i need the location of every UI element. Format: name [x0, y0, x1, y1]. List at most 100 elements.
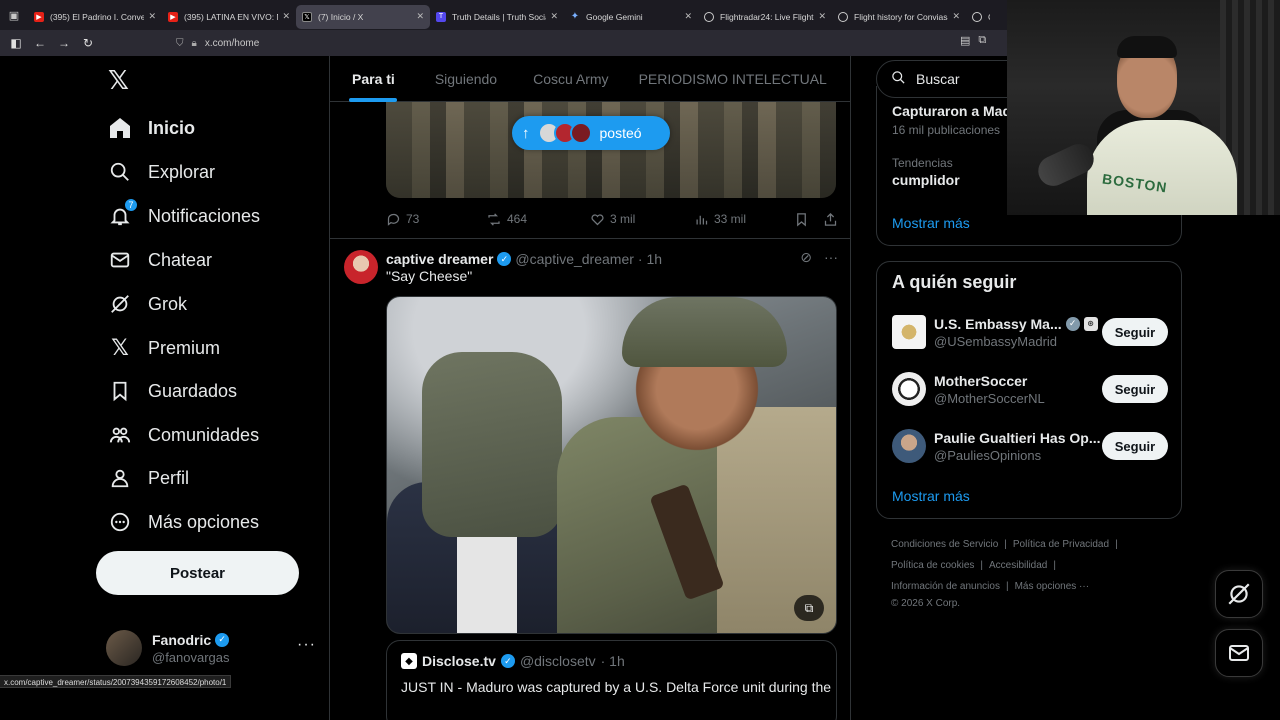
follow-suggestion[interactable]: MotherSoccer @MotherSoccerNL Seguir: [892, 368, 1168, 410]
bookmark-icon: [108, 379, 132, 403]
show-more-link[interactable]: Mostrar más: [892, 488, 970, 504]
nav-item-comunidades[interactable]: Comunidades: [108, 419, 259, 451]
globe-icon: [704, 11, 714, 22]
browser-tab[interactable]: Flightradar24: Live Flight Tr ✕: [698, 5, 832, 29]
browser-tab[interactable]: Flight history for Conviasa ✕: [832, 5, 966, 29]
close-tab-icon[interactable]: ✕: [416, 11, 424, 22]
grok-icon[interactable]: ⊘: [800, 249, 812, 266]
browser-tab[interactable]: ✦ Google Gemini ✕: [564, 5, 698, 29]
account-name: Fanodric: [152, 631, 212, 648]
share-icon[interactable]: [823, 212, 838, 227]
verified-badge-icon: ✓: [497, 252, 512, 266]
close-tab-icon[interactable]: ✕: [282, 11, 290, 22]
search-icon: [891, 70, 906, 88]
status-bar-url: x.com/captive_dreamer/status/20073943591…: [0, 675, 232, 688]
browser-tab[interactable]: ▶(395) LATINA EN VIVO: NO✕: [162, 5, 296, 29]
forward-icon[interactable]: →: [52, 31, 76, 55]
tweet-time[interactable]: · 1h: [638, 251, 662, 267]
avatar[interactable]: [344, 250, 378, 284]
back-icon[interactable]: ←: [28, 31, 52, 55]
home-timeline: Para ti Siguiendo Coscu Army PERIODISMO …: [329, 56, 851, 720]
nav-item-perfil[interactable]: Perfil: [108, 462, 189, 494]
more-icon[interactable]: ···: [824, 249, 838, 266]
nav-item-grok[interactable]: Grok: [108, 288, 187, 320]
address-bar[interactable]: ⛉ 🔒︎ x.com/home: [176, 33, 1006, 53]
lock-icon: 🔒︎: [191, 37, 197, 49]
shield-icon: ⛉: [176, 37, 184, 49]
quoted-tweet[interactable]: ◆ Disclose.tv ✓ @disclosetv · 1h JUST IN…: [386, 640, 837, 720]
trend-title: cumplidor: [892, 172, 960, 188]
reply-button[interactable]: 73: [386, 212, 486, 227]
views-icon: [696, 215, 708, 224]
follow-button[interactable]: Seguir: [1102, 375, 1168, 403]
browser-tab[interactable]: ▶(395) El Padrino I. Conversa✕: [28, 5, 162, 29]
browser-tab[interactable]: Cor: [966, 5, 996, 29]
close-tab-icon[interactable]: ✕: [952, 11, 960, 22]
browser-tab[interactable]: T Truth Details | Truth Social ✕: [430, 5, 564, 29]
youtube-icon: ▶: [34, 11, 44, 22]
close-tab-icon[interactable]: ✕: [818, 11, 826, 22]
tab-para-ti[interactable]: Para ti: [330, 56, 417, 102]
grok-floating-button[interactable]: [1215, 570, 1263, 618]
nav-item-notificaciones[interactable]: 7 Notificaciones: [108, 198, 260, 232]
more-icon[interactable]: ···: [297, 636, 316, 654]
messages-floating-button[interactable]: [1215, 629, 1263, 677]
mail-icon: [1229, 645, 1249, 661]
follow-suggestion[interactable]: Paulie Gualtieri Has Op... @PauliesOpini…: [892, 425, 1168, 467]
tweet-photo[interactable]: ⧉: [386, 296, 837, 634]
nav-item-premium[interactable]: 𝕏 Premium: [108, 332, 220, 364]
footer-privacy-link[interactable]: Política de Privacidad: [1013, 539, 1109, 550]
close-tab-icon[interactable]: ✕: [684, 11, 692, 22]
follow-button[interactable]: Seguir: [1102, 318, 1168, 346]
trend-item[interactable]: Tendencias cumplidor: [892, 156, 960, 188]
footer-more-link[interactable]: Más opciones ···: [1015, 581, 1089, 592]
grok-image-icon[interactable]: ⧉: [794, 595, 824, 621]
footer-ads-link[interactable]: Información de anuncios: [891, 581, 1000, 592]
nav-item-explorar[interactable]: Explorar: [108, 156, 215, 188]
x-logo-icon[interactable]: 𝕏: [108, 67, 132, 93]
sidebar-toggle-icon[interactable]: ◧: [4, 31, 28, 55]
author-name[interactable]: captive dreamer: [386, 251, 493, 267]
copyright: © 2026 X Corp.: [891, 598, 961, 609]
footer-terms-link[interactable]: Condiciones de Servicio: [891, 539, 998, 550]
truth-social-icon: T: [436, 11, 446, 22]
show-more-link[interactable]: Mostrar más: [892, 215, 970, 231]
quote-author-handle: @disclosetv: [519, 653, 596, 669]
close-tab-icon[interactable]: ✕: [148, 11, 156, 22]
disclose-logo-icon: ◆: [401, 653, 417, 669]
people-icon: [108, 423, 132, 447]
avatar: [892, 372, 926, 406]
bookmark-icon[interactable]: [794, 212, 809, 227]
footer-cookies-link[interactable]: Política de cookies: [891, 560, 974, 571]
search-placeholder: Buscar: [916, 71, 960, 87]
nav-item-inicio[interactable]: Inicio: [108, 112, 195, 144]
nav-item-guardados[interactable]: Guardados: [108, 375, 237, 407]
footer-accessibility-link[interactable]: Accesibilidad: [989, 560, 1047, 571]
reader-view-icon[interactable]: ▤: [960, 34, 970, 47]
views-button[interactable]: 33 mil: [694, 212, 794, 227]
bell-icon: 7: [108, 198, 138, 228]
tab-coscu-army[interactable]: Coscu Army: [515, 56, 626, 102]
repost-icon: [488, 212, 500, 226]
post-button[interactable]: Postear: [96, 551, 299, 595]
reload-icon[interactable]: ↻: [76, 31, 100, 55]
tab-periodismo-intelectual[interactable]: PERIODISMO INTELECTUAL: [627, 56, 839, 102]
browser-tab-active[interactable]: 𝕏 (7) Inicio / X ✕: [296, 4, 430, 29]
follow-suggestion[interactable]: U.S. Embassy Ma... ✓ ⊛ @USembassyMadrid Se…: [892, 311, 1168, 353]
follow-button[interactable]: Seguir: [1102, 432, 1168, 460]
repost-button[interactable]: 464: [486, 212, 590, 227]
nav-item-chatear[interactable]: Chatear: [108, 244, 212, 276]
tab-list-icon[interactable]: ▣: [0, 0, 28, 30]
like-button[interactable]: 3 mil: [590, 212, 694, 227]
author-handle[interactable]: @captive_dreamer: [515, 251, 634, 267]
affiliate-badge-icon: ⊛: [1083, 316, 1098, 331]
new-posts-pill[interactable]: ↑ posteó: [512, 116, 670, 150]
tab-siguiendo[interactable]: Siguiendo: [417, 56, 515, 102]
close-tab-icon[interactable]: ✕: [550, 11, 558, 22]
account-switcher[interactable]: Fanodric ✓ @fanovargas ···: [106, 628, 316, 668]
picture-in-picture-icon[interactable]: ⧉: [978, 34, 986, 47]
notification-badge: 7: [124, 198, 138, 212]
new-posts-label: posteó: [599, 125, 642, 141]
nav-item-mas-opciones[interactable]: Más opciones: [108, 506, 259, 538]
tweet-text: "Say Cheese": [386, 268, 473, 284]
